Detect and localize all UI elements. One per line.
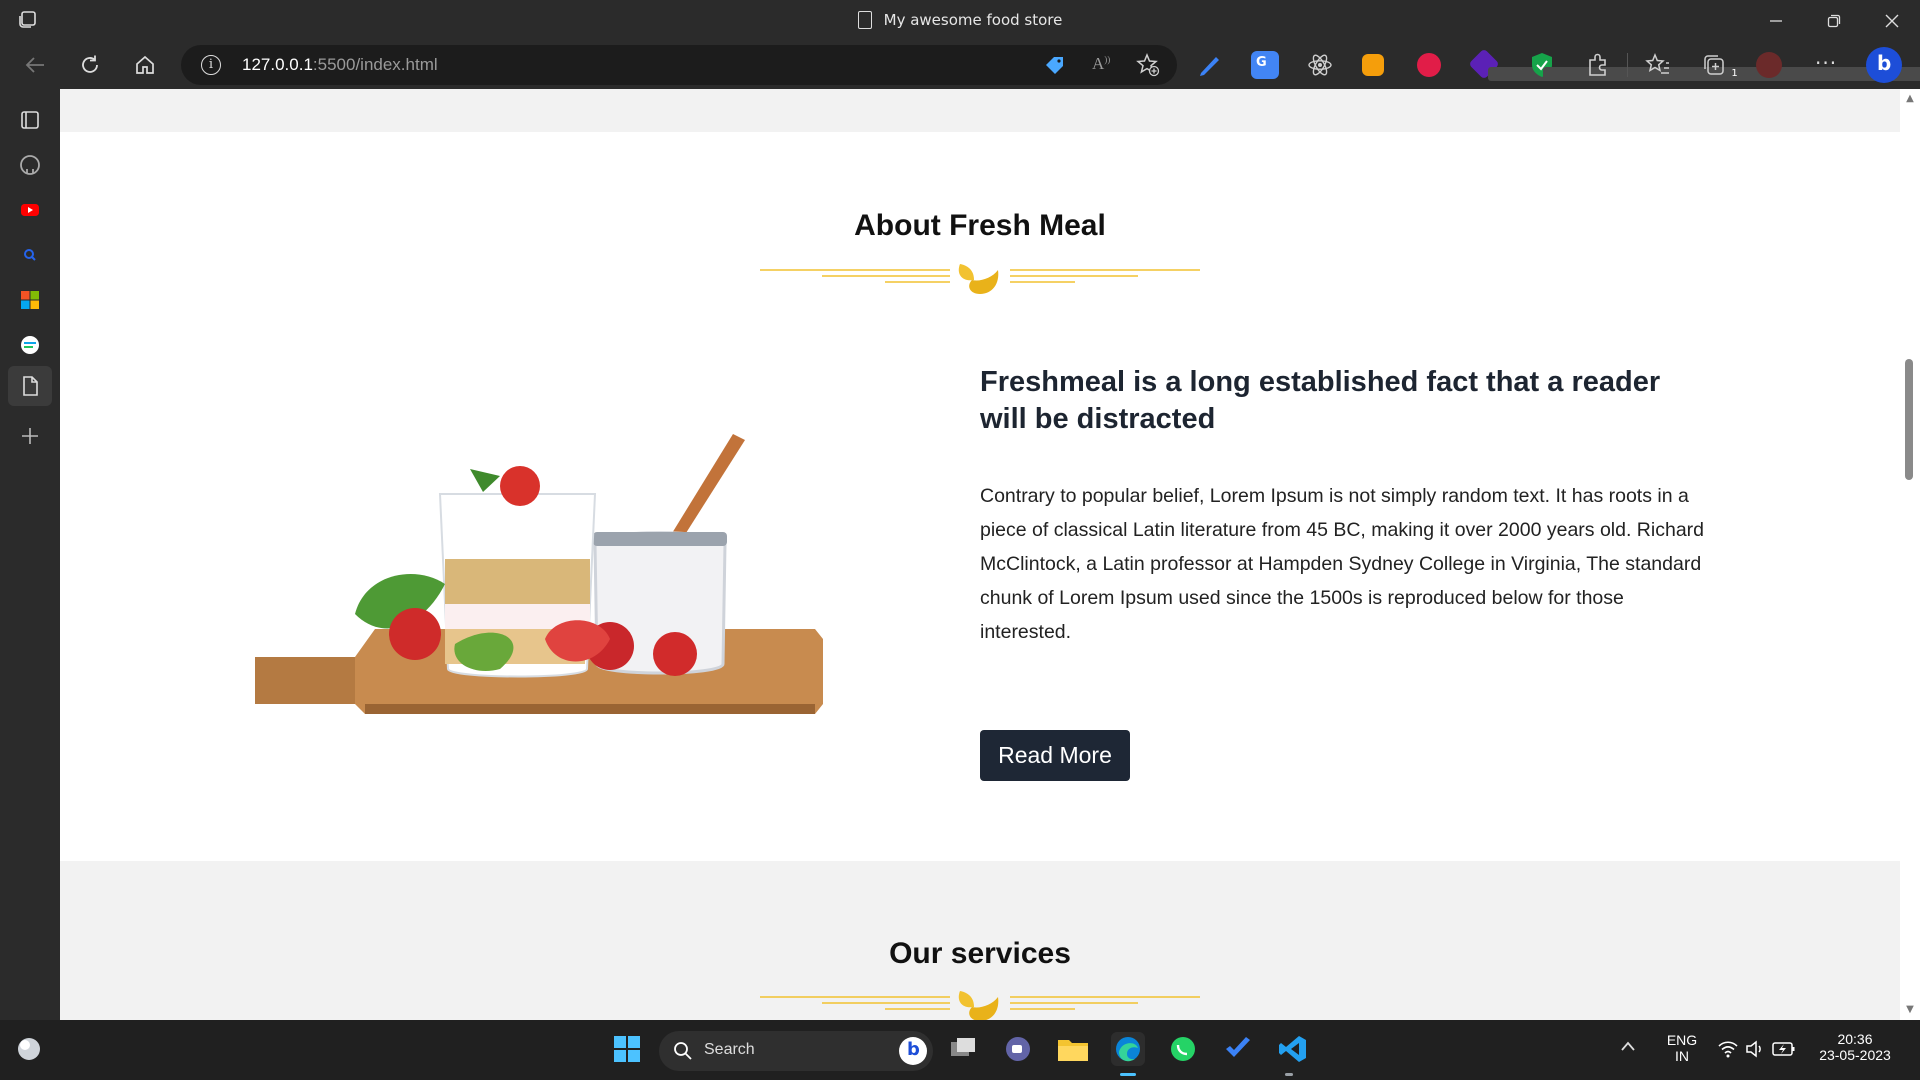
services-section-title: Our services [889,937,1071,970]
stop-extension-icon[interactable] [1417,53,1441,77]
refresh-button[interactable] [74,50,106,80]
minimize-button[interactable] [1748,0,1804,41]
search-icon [674,1042,692,1060]
edge-active-indicator [1120,1073,1136,1076]
outlook-icon[interactable] [18,333,42,357]
bing-chat-icon[interactable]: b [1866,47,1902,83]
pen-extension-icon[interactable] [1196,51,1224,79]
refresh-icon [82,55,98,73]
react-devtools-icon[interactable] [1306,51,1334,79]
services-section: Our services [60,861,1900,1020]
task-view-icon[interactable] [946,1032,980,1066]
youtube-icon[interactable] [18,198,42,222]
address-bar[interactable]: i 127.0.0.1:5500/index.html A)) [181,45,1177,85]
orange-extension-icon[interactable] [1362,54,1384,76]
show-hidden-icons-icon[interactable] [1620,1040,1636,1056]
browser-sidebar [0,89,60,1020]
profile-avatar[interactable] [1756,52,1782,78]
wifi-icon[interactable] [1717,1039,1739,1059]
extensions-puzzle-icon[interactable] [1584,51,1612,79]
edge-browser-icon[interactable] [1111,1032,1145,1066]
back-arrow-icon [25,57,44,73]
start-windows-icon[interactable] [610,1032,644,1066]
page-document-icon [857,11,872,29]
language-indicator[interactable]: ENG IN [1660,1032,1704,1064]
scroll-down-icon[interactable]: ▼ [1904,1004,1916,1016]
close-button[interactable] [1864,0,1920,41]
add-icon[interactable] [18,424,42,448]
yogurt-parfait-image [255,434,823,714]
todo-check-icon[interactable] [1221,1032,1255,1066]
office-icon[interactable] [18,288,42,312]
title-bar: My awesome food store [0,0,1920,41]
about-section-title: About Fresh Meal [854,209,1106,242]
whatsapp-icon[interactable] [1166,1032,1200,1066]
window-title: My awesome food store [0,11,1920,29]
toolbar-separator [1627,53,1628,77]
scroll-up-icon[interactable]: ▲ [1904,93,1916,105]
windows-taskbar: Search b ENG IN 20:36 23-05-2023 [0,1020,1920,1080]
github-icon[interactable] [18,153,42,177]
scroll-thumb[interactable] [1905,359,1913,480]
minimize-icon [1770,19,1782,22]
teams-chat-icon[interactable] [1001,1032,1035,1066]
leaf-divider-icon [760,991,1200,1020]
add-favorite-icon[interactable] [1136,53,1160,77]
read-aloud-icon[interactable]: A)) [1092,54,1110,74]
home-button[interactable] [129,50,161,80]
bing-icon: b [899,1037,927,1065]
battery-icon[interactable] [1772,1041,1796,1057]
url-text[interactable]: 127.0.0.1:5500/index.html [242,55,438,75]
restore-button[interactable] [1806,0,1862,41]
site-info-icon[interactable]: i [201,55,221,75]
volume-icon[interactable] [1745,1039,1765,1059]
about-paragraph: Contrary to popular belief, Lorem Ipsum … [980,485,1705,643]
navigation-bar: i 127.0.0.1:5500/index.html A)) G 6 1 ··… [0,41,1920,89]
about-heading: Freshmeal is a long established fact tha… [980,366,1661,435]
close-icon [1885,14,1899,27]
translate-extension-icon[interactable]: G [1251,51,1279,79]
back-button[interactable] [19,50,51,80]
file-explorer-icon[interactable] [1056,1032,1090,1066]
clock[interactable]: 20:36 23-05-2023 [1810,1031,1900,1063]
vscode-running-indicator [1285,1073,1293,1076]
favorites-icon[interactable] [1644,51,1672,79]
leaf-divider-icon [760,264,1200,294]
taskbar-search-box[interactable]: Search b [659,1031,933,1071]
page-scrollbar[interactable]: ▲ ▼ [1900,89,1920,1020]
search-icon[interactable] [18,243,42,267]
previous-section-bottom [60,89,1900,132]
settings-more-icon[interactable]: ··· [1815,51,1837,75]
search-label: Search [704,1041,755,1058]
page-viewport: About Fresh Meal Freshmeal is a long est… [60,89,1900,1020]
weather-widget-icon[interactable] [12,1032,46,1066]
vscode-icon[interactable] [1276,1032,1310,1066]
restore-icon [1827,14,1841,27]
tag-icon[interactable] [1044,55,1066,75]
page-document-icon[interactable] [18,374,42,398]
tab-actions-icon[interactable] [18,108,42,132]
read-more-button[interactable]: Read More [980,730,1130,781]
collections-icon[interactable] [1700,51,1728,79]
window-title-text: My awesome food store [883,11,1063,29]
home-icon [136,55,154,74]
